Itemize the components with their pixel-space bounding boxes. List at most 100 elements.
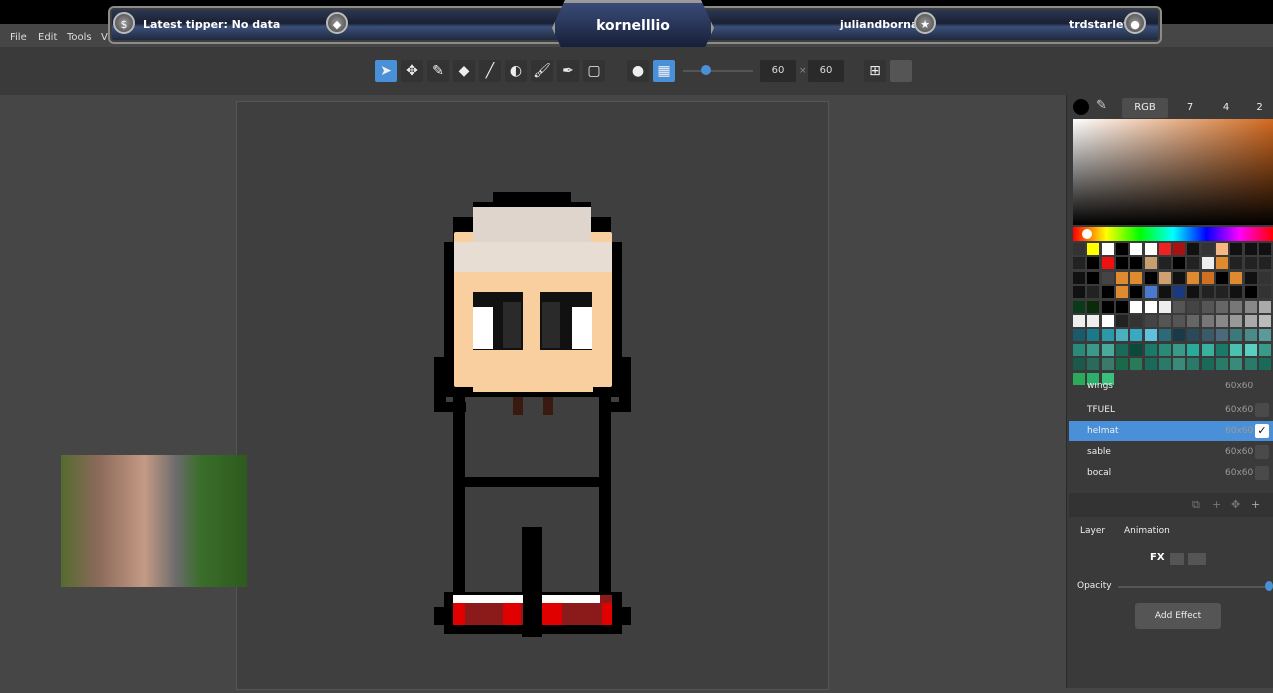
palette-swatch[interactable] (1201, 243, 1214, 255)
palette-swatch[interactable] (1244, 300, 1257, 313)
palette-swatch[interactable] (1073, 329, 1085, 342)
pattern-brush-icon[interactable]: ▦ (653, 60, 675, 82)
layer-visibility-checkbox[interactable] (1255, 445, 1269, 459)
palette-swatch[interactable] (1144, 343, 1157, 356)
drawing-canvas[interactable] (236, 101, 829, 690)
palette-swatch[interactable] (1130, 243, 1143, 255)
palette-swatch[interactable] (1101, 358, 1114, 371)
color-gradient-picker[interactable] (1073, 119, 1273, 225)
current-color-swatch[interactable] (1073, 99, 1089, 115)
palette-swatch[interactable] (1130, 358, 1143, 371)
palette-swatch[interactable] (1244, 343, 1257, 356)
palette-swatch[interactable] (1201, 315, 1214, 327)
pencil-tool-icon[interactable]: ✎ (427, 60, 449, 82)
brush-size-slider[interactable] (683, 70, 753, 72)
palette-swatch[interactable] (1101, 300, 1114, 313)
palette-swatch[interactable] (1130, 343, 1143, 356)
palette-swatch[interactable] (1216, 286, 1228, 299)
palette-swatch[interactable] (1230, 257, 1243, 270)
palette-swatch[interactable] (1216, 243, 1228, 255)
rectangle-tool-icon[interactable]: ▢ (583, 60, 605, 82)
palette-swatch[interactable] (1073, 257, 1085, 270)
palette-swatch[interactable] (1101, 343, 1114, 356)
brush-width-input[interactable]: 60 (760, 60, 796, 82)
merge-layer-icon[interactable]: ✥ (1231, 498, 1240, 511)
palette-tab-2[interactable]: 2 (1246, 98, 1273, 118)
palette-swatch[interactable] (1144, 329, 1157, 342)
palette-swatch[interactable] (1115, 271, 1128, 284)
palette-swatch[interactable] (1230, 243, 1243, 255)
palette-swatch[interactable] (1158, 257, 1171, 270)
palette-swatch[interactable] (1258, 257, 1271, 270)
palette-swatch[interactable] (1115, 286, 1128, 299)
palette-swatch[interactable] (1173, 243, 1186, 255)
palette-swatch[interactable] (1173, 271, 1186, 284)
palette-swatch[interactable] (1130, 300, 1143, 313)
palette-swatch[interactable] (1244, 243, 1257, 255)
circle-brush-icon[interactable]: ● (627, 60, 649, 82)
palette-swatch[interactable] (1187, 286, 1200, 299)
palette-swatch[interactable] (1130, 315, 1143, 327)
line-tool-icon[interactable]: ╱ (479, 60, 501, 82)
palette-swatch[interactable] (1158, 343, 1171, 356)
menu-tools[interactable]: Tools (67, 32, 92, 43)
palette-swatch[interactable] (1173, 300, 1186, 313)
palette-swatch[interactable] (1087, 243, 1100, 255)
palette-swatch[interactable] (1230, 300, 1243, 313)
palette-swatch[interactable] (1187, 300, 1200, 313)
palette-swatch[interactable] (1230, 343, 1243, 356)
duplicate-layer-icon[interactable]: ⧉ (1192, 498, 1200, 512)
eyedropper-icon[interactable]: ✎ (1096, 98, 1107, 113)
palette-swatch[interactable] (1087, 300, 1100, 313)
palette-swatch[interactable] (1258, 300, 1271, 313)
palette-swatch[interactable] (1073, 315, 1085, 327)
palette-swatch[interactable] (1230, 358, 1243, 371)
tab-layer[interactable]: Layer (1080, 526, 1105, 536)
palette-swatch[interactable] (1087, 286, 1100, 299)
palette-swatch[interactable] (1073, 271, 1085, 284)
palette-swatch[interactable] (1073, 243, 1085, 255)
palette-swatch[interactable] (1230, 286, 1243, 299)
menu-file[interactable]: File (10, 32, 27, 43)
palette-swatch[interactable] (1216, 257, 1228, 270)
grid-toggle-icon[interactable]: ⊞ (864, 60, 886, 82)
fill-tool-icon[interactable]: ◐ (505, 60, 527, 82)
palette-swatch[interactable] (1216, 300, 1228, 313)
palette-swatch[interactable] (1101, 315, 1114, 327)
palette-swatch[interactable] (1187, 271, 1200, 284)
fx-icon[interactable]: FX (1150, 552, 1165, 563)
palette-swatch[interactable] (1258, 358, 1271, 371)
palette-swatch[interactable] (1073, 300, 1085, 313)
palette-swatch[interactable] (1073, 286, 1085, 299)
palette-swatch[interactable] (1101, 271, 1114, 284)
palette-swatch[interactable] (1230, 315, 1243, 327)
palette-swatch[interactable] (1144, 315, 1157, 327)
brush-height-input[interactable]: 60 (808, 60, 844, 82)
opacity-slider[interactable] (1118, 586, 1268, 588)
menu-view[interactable]: V (101, 32, 108, 43)
palette-swatch[interactable] (1115, 243, 1128, 255)
palette-swatch[interactable] (1087, 257, 1100, 270)
layer-row-sable[interactable]: sable 60x60 (1069, 442, 1273, 462)
palette-swatch[interactable] (1158, 358, 1171, 371)
brush-size-handle[interactable] (701, 65, 711, 75)
palette-grid[interactable] (1073, 243, 1273, 388)
palette-swatch[interactable] (1158, 329, 1171, 342)
palette-swatch[interactable] (1115, 343, 1128, 356)
grid-option-button[interactable] (890, 60, 912, 82)
palette-swatch[interactable] (1130, 286, 1143, 299)
palette-swatch[interactable] (1173, 343, 1186, 356)
layer-visibility-checkbox[interactable]: ✓ (1255, 424, 1269, 438)
palette-swatch[interactable] (1130, 271, 1143, 284)
palette-swatch[interactable] (1187, 343, 1200, 356)
palette-swatch[interactable] (1073, 358, 1085, 371)
palette-swatch[interactable] (1158, 271, 1171, 284)
palette-swatch[interactable] (1087, 358, 1100, 371)
pen-tool-icon[interactable]: ✒ (557, 60, 579, 82)
palette-swatch[interactable] (1144, 271, 1157, 284)
brush-tool-icon[interactable]: 🖌 (531, 60, 553, 82)
palette-swatch[interactable] (1244, 329, 1257, 342)
move-tool-icon[interactable]: ✥ (401, 60, 423, 82)
layer-row-wings[interactable]: wings 60x60 (1069, 382, 1273, 394)
palette-swatch[interactable] (1201, 286, 1214, 299)
